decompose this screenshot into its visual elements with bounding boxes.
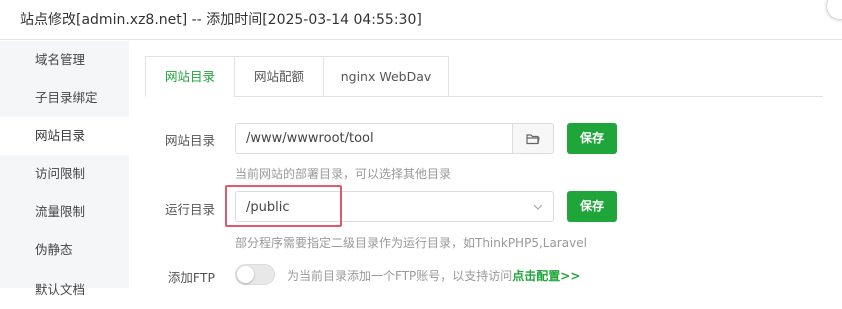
sidebar-item-rewrite[interactable]: 伪静态 [0,231,129,269]
folder-button[interactable] [512,123,554,154]
sidebar-item-subdir[interactable]: 子目录绑定 [0,79,129,117]
ftp-toggle[interactable] [235,264,275,285]
site-dir-value: /www/wwwroot/tool [246,131,374,146]
sidebar-item-traffic-limit[interactable]: 流量限制 [0,193,129,231]
ftp-hint: 为当前目录添加一个FTP账号，以支持访问点击配置>> [287,267,580,284]
dialog-titlebar: 站点修改[admin.xz8.net] -- 添加时间[2025-03-14 0… [0,0,842,40]
ftp-config-link[interactable]: 点击配置>> [512,269,580,283]
tab-nginx-webdav[interactable]: nginx WebDav [323,56,449,97]
ftp-toggle-knob [237,266,254,283]
run-dir-save-button[interactable]: 保存 [567,191,617,222]
folder-icon [526,134,540,145]
run-dir-label: 运行目录 [164,202,215,217]
ftp-label: 添加FTP [167,270,215,285]
sidebar: 域名管理 子目录绑定 网站目录 访问限制 流量限制 伪静态 默认文档 [0,41,129,297]
tab-site-dir[interactable]: 网站目录 [145,56,235,97]
tab-site-quota[interactable]: 网站配额 [234,56,324,97]
site-dir-label: 网站目录 [164,133,215,148]
tab-bar: 网站目录 网站配额 nginx WebDav [145,56,823,97]
sidebar-item-default-doc[interactable]: 默认文档 [0,271,129,309]
sidebar-item-access-limit[interactable]: 访问限制 [0,155,129,193]
run-dir-hint: 部分程序需要指定二级目录作为运行目录，如ThinkPHP5,Laravel [235,236,587,250]
chevron-down-icon [533,204,543,210]
site-dir-input[interactable]: /www/wwwroot/tool [235,123,513,154]
dialog-title: 站点修改[admin.xz8.net] -- 添加时间[2025-03-14 0… [20,12,422,28]
sidebar-item-site-dir[interactable]: 网站目录 [0,117,129,155]
sidebar-item-domain[interactable]: 域名管理 [0,41,129,79]
site-dir-save-button[interactable]: 保存 [567,123,617,154]
ftp-hint-text: 为当前目录添加一个FTP账号，以支持访问 [287,269,513,283]
site-dir-hint: 当前网站的部署目录，可以选择其他目录 [235,167,452,181]
highlight-box [225,185,342,227]
